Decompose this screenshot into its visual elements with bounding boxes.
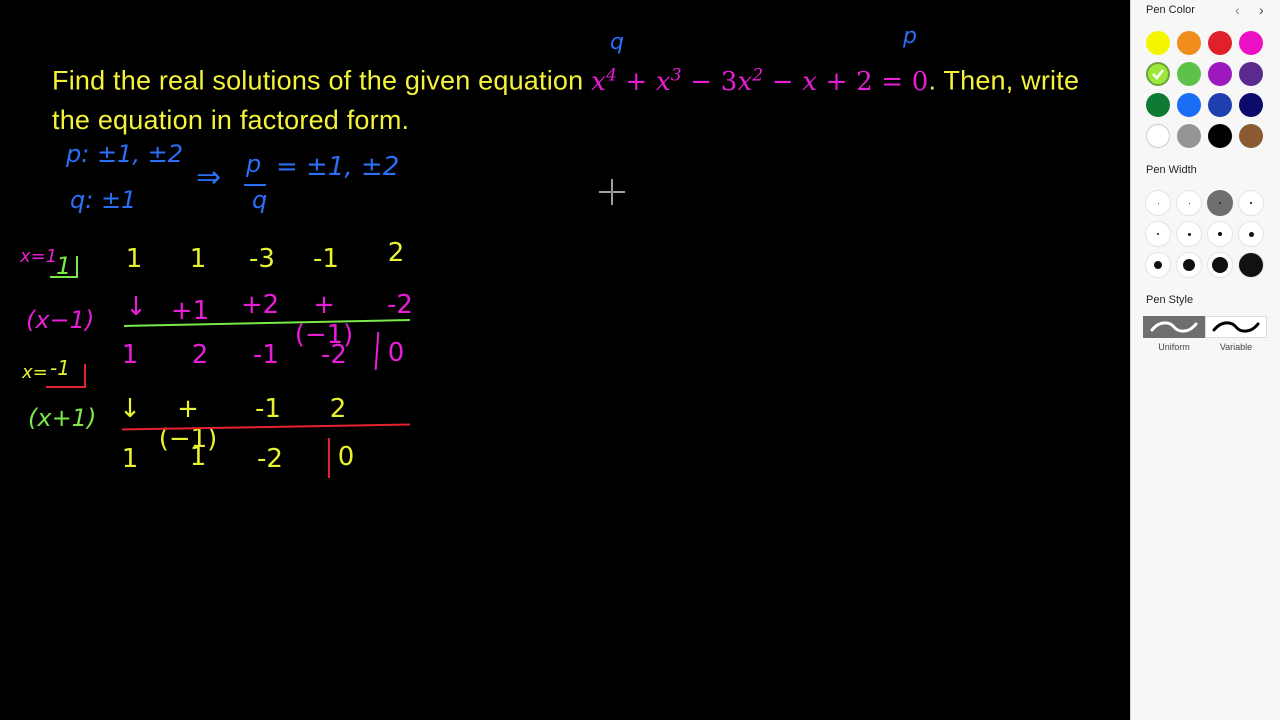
coef-cell: -3: [249, 244, 275, 274]
width-option[interactable]: [1238, 252, 1264, 278]
style-uniform-label: Uniform: [1158, 342, 1190, 352]
color-swatch[interactable]: [1146, 62, 1170, 86]
style-variable-label: Variable: [1219, 342, 1253, 352]
ratio-denominator: q: [252, 186, 268, 214]
width-option[interactable]: [1176, 221, 1202, 247]
color-swatch[interactable]: [1177, 93, 1201, 117]
mult-cell: +2: [240, 290, 280, 320]
drawing-canvas[interactable]: Find the real solutions of the given equ…: [0, 0, 1130, 720]
factor1-label: (x−1): [26, 306, 95, 334]
uniform-stroke-icon: [1150, 321, 1198, 333]
color-swatch[interactable]: [1208, 124, 1232, 148]
problem-equation: x4 + x3 − 3x2 − x + 2 = 0: [591, 65, 929, 97]
p-annotation: p: [903, 24, 917, 49]
root1-label: x=1: [20, 246, 58, 267]
width-option[interactable]: [1207, 221, 1233, 247]
q-factors-note: q: ±1: [70, 186, 137, 214]
result-cell: 1: [121, 444, 139, 474]
width-option[interactable]: [1207, 252, 1233, 278]
root1-box-side: [76, 256, 78, 278]
color-swatch[interactable]: [1208, 93, 1232, 117]
crosshair-cursor-icon: [599, 179, 625, 205]
problem-text-before: Find the real solutions of the given equ…: [52, 65, 592, 96]
color-swatch[interactable]: [1208, 62, 1232, 86]
coef-cell: -1: [313, 244, 339, 274]
implies-arrow: ⇒: [196, 160, 222, 195]
ratio-numerator: p: [246, 150, 262, 178]
root2-box-bottom: [46, 386, 86, 388]
width-option[interactable]: [1145, 221, 1171, 247]
color-swatch[interactable]: [1177, 124, 1201, 148]
variable-stroke-icon: [1212, 321, 1260, 333]
chevron-left-icon[interactable]: ‹: [1235, 2, 1240, 18]
result-cell: 2: [191, 340, 209, 370]
root1-box-bottom: [50, 276, 78, 278]
mult-cell: ↓: [125, 292, 147, 322]
result-cell: -2: [321, 340, 347, 370]
p-factors-note: p: ±1, ±2: [66, 140, 183, 168]
width-option[interactable]: [1176, 190, 1202, 216]
style-variable-button[interactable]: [1205, 316, 1267, 338]
result-cell: 1: [121, 340, 139, 370]
ratio-values: = ±1, ±2: [276, 152, 400, 182]
result-cell: -2: [257, 444, 283, 474]
color-swatch[interactable]: [1239, 62, 1263, 86]
root2-box: -1: [50, 356, 70, 380]
coef-cell: 1: [189, 244, 207, 274]
color-swatch[interactable]: [1177, 31, 1201, 55]
factor2-label: (x+1): [28, 404, 97, 432]
width-option[interactable]: [1238, 221, 1264, 247]
color-swatch[interactable]: [1177, 62, 1201, 86]
width-option[interactable]: [1176, 252, 1202, 278]
pen-style-title: Pen Style: [1146, 294, 1194, 306]
color-swatch[interactable]: [1239, 124, 1263, 148]
mult-cell: +1: [170, 296, 210, 326]
remainder-cell: 0: [387, 338, 405, 368]
problem-statement: Find the real solutions of the given equ…: [52, 56, 1112, 139]
chevron-right-icon[interactable]: ›: [1259, 2, 1264, 18]
pen-color-title: Pen Color: [1146, 4, 1195, 16]
mult-cell: ↓: [119, 394, 141, 424]
result-cell: -1: [253, 340, 279, 370]
coef-cell: 2: [387, 238, 405, 268]
color-swatch[interactable]: [1208, 31, 1232, 55]
pen-settings-panel: Pen Color ‹ › Pen Width Pen Style Unifor…: [1130, 0, 1280, 720]
checkmark-icon: [1152, 69, 1164, 80]
remainder-cell: 0: [337, 442, 355, 472]
color-swatch[interactable]: [1146, 31, 1170, 55]
width-option-selected[interactable]: [1207, 190, 1233, 216]
mult-cell: -2: [387, 290, 413, 320]
style-uniform-button[interactable]: [1143, 316, 1205, 338]
result-cell: 1: [189, 442, 207, 472]
width-option[interactable]: [1145, 190, 1171, 216]
color-swatch[interactable]: [1239, 93, 1263, 117]
root2-box-side: [84, 364, 86, 388]
q-annotation: q: [610, 30, 624, 55]
pen-width-title: Pen Width: [1146, 164, 1197, 176]
width-option[interactable]: [1145, 252, 1171, 278]
color-swatch[interactable]: [1146, 93, 1170, 117]
width-option[interactable]: [1238, 190, 1264, 216]
color-swatch[interactable]: [1146, 124, 1170, 148]
mult-cell: 2: [329, 394, 347, 424]
root2-label: x=: [22, 362, 48, 383]
mult-cell: -1: [255, 394, 281, 424]
color-swatch[interactable]: [1239, 31, 1263, 55]
coef-cell: 1: [125, 244, 143, 274]
